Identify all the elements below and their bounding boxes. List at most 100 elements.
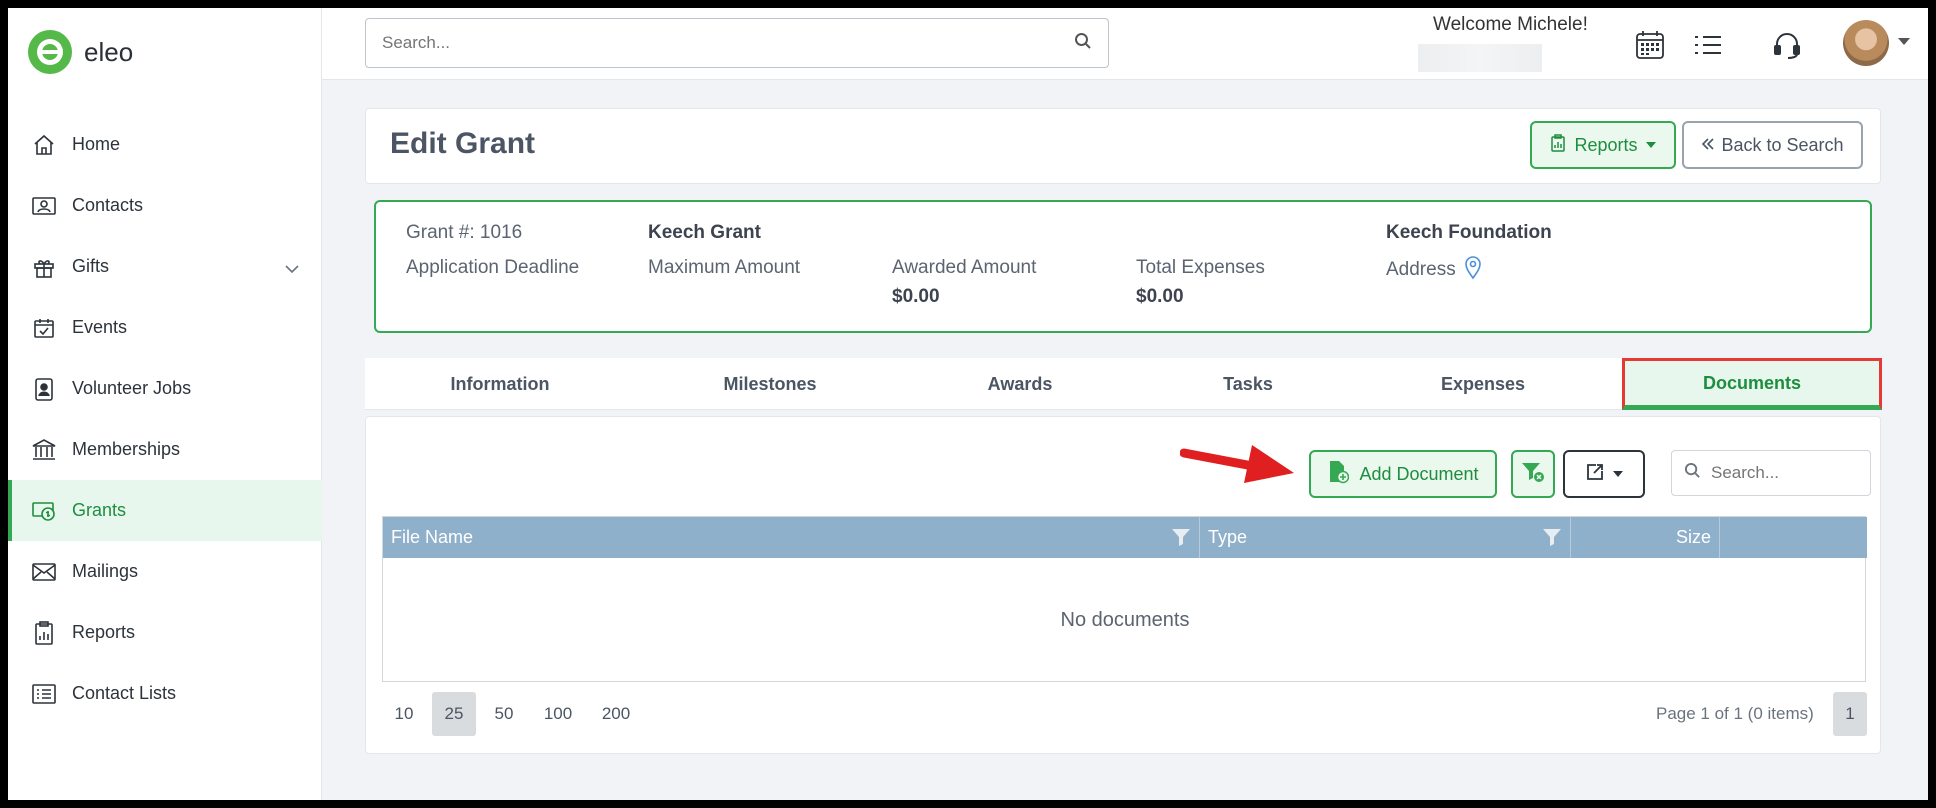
search-icon xyxy=(1684,462,1701,484)
back-to-search-button[interactable]: Back to Search xyxy=(1682,121,1863,169)
welcome-message: Welcome Michele! xyxy=(1433,14,1588,35)
tab-tasks[interactable]: Tasks xyxy=(1135,358,1361,410)
page-size-selector: 10 25 50 100 200 xyxy=(382,692,648,736)
add-document-label: Add Document xyxy=(1359,463,1479,484)
tab-documents[interactable]: Documents xyxy=(1622,358,1882,410)
sidebar-item-label: Memberships xyxy=(72,439,181,459)
sidebar-item-label: Mailings xyxy=(72,561,139,581)
export-button[interactable] xyxy=(1563,450,1645,498)
sidebar: eleo Home Contacts Gifts Events Voluntee… xyxy=(8,8,322,800)
map-pin-icon[interactable] xyxy=(1464,256,1482,285)
foundation-name[interactable]: Keech Foundation xyxy=(1386,222,1552,244)
user-menu-caret-icon[interactable] xyxy=(1898,38,1910,45)
page-number-button[interactable]: 1 xyxy=(1833,692,1867,736)
global-search[interactable] xyxy=(365,18,1109,68)
sidebar-item-volunteer-jobs[interactable]: Volunteer Jobs xyxy=(8,358,322,419)
sidebar-item-home[interactable]: Home xyxy=(8,114,322,175)
red-arrow-annotation xyxy=(1180,445,1294,483)
sidebar-item-grants[interactable]: Grants xyxy=(8,480,322,541)
tab-milestones[interactable]: Milestones xyxy=(635,358,905,410)
column-file-name[interactable]: File Name xyxy=(383,517,1200,558)
clipboard-chart-icon xyxy=(30,619,58,647)
page-header: Edit Grant Reports Back to Search xyxy=(365,108,1881,184)
column-filter-icon[interactable] xyxy=(1542,527,1562,552)
clipboard-chart-icon xyxy=(1550,133,1566,157)
logo-text: eleo xyxy=(84,36,134,67)
column-size[interactable]: Size xyxy=(1571,517,1720,558)
calendar-icon[interactable] xyxy=(1633,28,1667,62)
page-size-option-selected[interactable]: 25 xyxy=(432,692,476,736)
sidebar-item-label: Reports xyxy=(72,622,136,642)
sidebar-item-label: Contact Lists xyxy=(72,683,177,703)
documents-panel: Add Document File Name xyxy=(365,416,1881,754)
documents-grid: File Name Type Size No documents xyxy=(382,516,1867,682)
sidebar-item-label: Events xyxy=(72,317,128,337)
add-document-button[interactable]: Add Document xyxy=(1309,450,1497,498)
redacted-text xyxy=(1418,44,1542,72)
reports-button-label: Reports xyxy=(1574,134,1638,155)
page-size-option[interactable]: 10 xyxy=(382,692,426,736)
sidebar-nav: Home Contacts Gifts Events Volunteer Job… xyxy=(8,114,322,724)
empty-state-message: No documents xyxy=(1060,608,1190,631)
page-size-option[interactable]: 100 xyxy=(532,692,584,736)
sidebar-item-contact-lists[interactable]: Contact Lists xyxy=(8,663,322,724)
address-label: Address xyxy=(1386,259,1456,280)
documents-search-input[interactable] xyxy=(1711,463,1851,483)
filter-clear-icon xyxy=(1521,461,1545,488)
tab-awards[interactable]: Awards xyxy=(905,358,1135,410)
application-deadline-label: Application Deadline xyxy=(406,257,580,278)
file-add-icon xyxy=(1327,460,1350,489)
total-expenses-label: Total Expenses xyxy=(1136,257,1265,278)
task-list-icon[interactable] xyxy=(1691,28,1725,62)
grant-number: Grant #: 1016 xyxy=(406,222,523,243)
page-title: Edit Grant xyxy=(390,127,536,160)
eleo-logo-icon xyxy=(28,30,72,74)
page-size-option[interactable]: 50 xyxy=(482,692,526,736)
double-chevron-left-icon xyxy=(1701,135,1715,156)
back-to-search-label: Back to Search xyxy=(1721,134,1844,155)
tab-information[interactable]: Information xyxy=(365,358,635,410)
sidebar-item-label: Home xyxy=(72,134,121,154)
awarded-amount-value: $0.00 xyxy=(892,286,940,307)
sidebar-item-contacts[interactable]: Contacts xyxy=(8,175,322,236)
reports-button[interactable]: Reports xyxy=(1530,121,1676,169)
caret-down-icon xyxy=(1613,471,1623,477)
clear-filter-button[interactable] xyxy=(1511,450,1555,498)
column-header-label: Type xyxy=(1208,527,1248,547)
export-icon xyxy=(1585,462,1605,487)
home-icon xyxy=(30,131,58,159)
calendar-check-icon xyxy=(30,314,58,342)
column-type[interactable]: Type xyxy=(1200,517,1571,558)
sidebar-item-label: Volunteer Jobs xyxy=(72,378,192,398)
tab-expenses[interactable]: Expenses xyxy=(1361,358,1605,410)
chevron-down-icon[interactable] xyxy=(284,258,300,279)
grant-summary-card: Grant #: 1016 Keech Grant Keech Foundati… xyxy=(374,200,1872,333)
grant-name: Keech Grant xyxy=(648,222,761,243)
contact-card-icon xyxy=(30,192,58,220)
total-expenses-value: $0.00 xyxy=(1136,286,1184,307)
column-header-label: File Name xyxy=(391,527,474,547)
sidebar-item-gifts[interactable]: Gifts xyxy=(8,236,322,297)
grid-header: File Name Type Size xyxy=(383,517,1867,558)
awarded-amount-label: Awarded Amount xyxy=(892,257,1037,278)
global-search-input[interactable] xyxy=(382,33,1074,53)
gift-icon xyxy=(30,253,58,281)
search-icon[interactable] xyxy=(1074,32,1092,55)
grant-tabs: Information Milestones Awards Tasks Expe… xyxy=(365,358,1882,410)
documents-search[interactable] xyxy=(1671,450,1871,496)
sidebar-item-mailings[interactable]: Mailings xyxy=(8,541,322,602)
sidebar-item-label: Grants xyxy=(72,500,127,520)
page-size-option[interactable]: 200 xyxy=(590,692,642,736)
column-filter-icon[interactable] xyxy=(1171,527,1191,552)
maximum-amount-label: Maximum Amount xyxy=(648,257,801,278)
headset-support-icon[interactable] xyxy=(1770,28,1804,62)
sidebar-item-label: Contacts xyxy=(72,195,144,215)
sidebar-item-reports[interactable]: Reports xyxy=(8,602,322,663)
avatar[interactable] xyxy=(1843,20,1889,66)
sidebar-item-memberships[interactable]: Memberships xyxy=(8,419,322,480)
envelope-icon xyxy=(30,558,58,586)
sidebar-item-events[interactable]: Events xyxy=(8,297,322,358)
app-window: eleo Home Contacts Gifts Events Voluntee… xyxy=(8,8,1928,800)
logo[interactable]: eleo xyxy=(28,30,133,74)
list-icon xyxy=(30,680,58,708)
